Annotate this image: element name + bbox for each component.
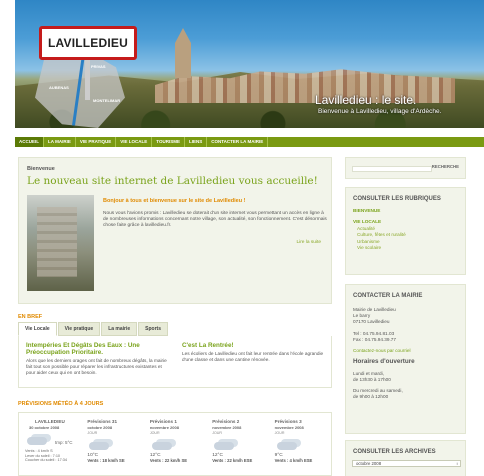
news-item: Intempéries Et Dégâts Des Eaux : Une Pré… bbox=[26, 342, 169, 375]
nav-la-mairie[interactable]: LA MAIRIE bbox=[44, 137, 76, 147]
rubrique-bienvenue[interactable]: BIENVENUE bbox=[353, 208, 458, 213]
tab-la-mairie[interactable]: La mairie bbox=[101, 322, 138, 336]
sunset-value: Coucher du soleil : 17:34 bbox=[25, 458, 68, 463]
tab-sports[interactable]: Sports bbox=[138, 322, 168, 336]
hours-line: de 13h30 à 17h00 bbox=[353, 377, 391, 383]
news-title[interactable]: C'est La Rentrée! bbox=[182, 342, 327, 349]
address: Mairie de Lavilledieu Le barry 07170 Lav… bbox=[353, 307, 458, 325]
forecast-period: JOUR bbox=[274, 431, 285, 435]
search-input[interactable] bbox=[352, 166, 432, 172]
news-tabs: Vie Locale Vie pratique La mairie Sports bbox=[18, 322, 169, 336]
weather-day: Prévisions 31 octobre 2008 JOUR 10°C Ven… bbox=[81, 413, 143, 475]
map-label-privas: PRIVAS bbox=[91, 64, 106, 69]
church-tower bbox=[175, 28, 191, 78]
welcome-label: Bienvenue bbox=[27, 166, 55, 172]
rubriques-box: CONSULTER LES RUBRIQUES BIENVENUE VIE LO… bbox=[345, 187, 466, 275]
forecast-date: novembre 2008 bbox=[212, 425, 242, 430]
village-sign-logo[interactable]: LAVILLEDIEU bbox=[39, 26, 137, 60]
weather-forecast: LAVILLEDIEU 30 octobre 2008 tmp: 5°C Ven… bbox=[18, 412, 332, 476]
forecast-period: JOUR bbox=[87, 431, 98, 435]
site-subtitle: Bienvenue à Lavilledieu, village d'Ardèc… bbox=[318, 108, 442, 115]
forecast-wind: Vents : 18 km/h SE bbox=[87, 458, 125, 463]
forecast-period: JOUR bbox=[212, 431, 223, 435]
weather-details: Vents : 4 km/h S Lever du soleil : 7:10 … bbox=[25, 449, 81, 463]
forecast-wind: Vents : 22 km/h ESE bbox=[212, 458, 253, 463]
forecast-name: Prévisions 31 bbox=[87, 419, 118, 424]
meteo-title: PRÉVISIONS MÉTÉO À 4 JOURS bbox=[18, 401, 104, 407]
hours-title: Horaires d'ouverture bbox=[353, 358, 415, 366]
nav-tourisme[interactable]: TOURISME bbox=[152, 137, 185, 147]
rubrique-vie-locale[interactable]: VIE LOCALE bbox=[353, 219, 458, 224]
archives-title: CONSULTER LES ARCHIVES bbox=[353, 449, 436, 455]
forecast-date: octobre 2008 bbox=[87, 425, 113, 430]
hours-line: de 9h00 à 12h00 bbox=[353, 394, 389, 399]
contact-email-link[interactable]: Contactez-nous par courriel bbox=[353, 348, 458, 353]
rubrique-urbanisme[interactable]: Urbanisme bbox=[357, 239, 458, 244]
address-line: 07170 Lavilledieu bbox=[353, 318, 390, 324]
news-text: Les écoliers de Lavilledieu ont fait leu… bbox=[182, 351, 324, 362]
chevron-down-icon: ↕ bbox=[456, 461, 458, 466]
en-bref-title: EN BREF bbox=[18, 314, 43, 320]
tab-vie-pratique[interactable]: Vie pratique bbox=[57, 322, 101, 336]
cloud-icon bbox=[212, 439, 236, 451]
forecast-name: Prévisions 1 bbox=[149, 419, 177, 424]
site-title: Lavilledieu : le site. bbox=[315, 93, 417, 107]
nav-accueil[interactable]: ACCUEIL bbox=[15, 137, 44, 147]
archives-box: CONSULTER LES ARCHIVES octobre 2008 ↕ bbox=[345, 440, 466, 476]
weather-location: LAVILLEDIEU bbox=[35, 419, 65, 424]
nav-vie-pratique[interactable]: VIE PRATIQUE bbox=[76, 137, 117, 147]
news-panel: Intempéries Et Dégâts Des Eaux : Une Pré… bbox=[18, 336, 332, 388]
forecast-wind: Vents : 4 km/h ESE bbox=[274, 458, 313, 463]
main-content: Bienvenue Le nouveau site internet de La… bbox=[18, 157, 332, 304]
weather-date: 30 octobre 2008 bbox=[29, 425, 60, 430]
main-navigation: ACCUEIL LA MAIRIE VIE PRATIQUE VIE LOCAL… bbox=[15, 137, 484, 147]
page-headline: Le nouveau site internet de Lavilledieu … bbox=[27, 175, 318, 187]
cloud-icon bbox=[25, 434, 49, 446]
news-text: Alors que les derniers orages ont fait d… bbox=[26, 358, 167, 375]
tab-vie-locale[interactable]: Vie Locale bbox=[18, 322, 57, 336]
map-label-montelimar: MONTELIMAR bbox=[93, 98, 121, 103]
current-temperature: tmp: 5°C bbox=[55, 440, 73, 445]
fax: Fax : 04.75.94.39.77 bbox=[353, 336, 397, 342]
contact-box: CONTACTER LA MAIRIE Mairie de Lavilledie… bbox=[345, 284, 466, 434]
hours: Lundi et mardi, de 13h30 à 17h00 Du merc… bbox=[353, 371, 458, 400]
nav-contacter-la-mairie[interactable]: CONTACTER LA MAIRIE bbox=[207, 137, 269, 147]
contact-title: CONTACTER LA MAIRIE bbox=[353, 293, 423, 299]
intro-title: Bonjour à tous et bienvenue sur le site … bbox=[103, 198, 246, 204]
river-line bbox=[71, 52, 86, 128]
phone-numbers: Tel : 04.75.94.81.03 Fax : 04.75.94.39.7… bbox=[353, 331, 458, 343]
forecast-name: Prévisions 3 bbox=[274, 419, 302, 424]
weather-day: Prévisions 3 novembre 2008 JOUR 9°C Vent… bbox=[269, 413, 331, 475]
forecast-date: novembre 2008 bbox=[149, 425, 179, 430]
forecast-name: Prévisions 2 bbox=[212, 419, 240, 424]
read-more-link[interactable]: Lire la suite bbox=[296, 240, 321, 245]
nav-vie-locale[interactable]: VIE LOCALE bbox=[116, 137, 153, 147]
weather-day: Prévisions 1 novembre 2008 JOUR 12°C Ven… bbox=[144, 413, 206, 475]
forecast-wind: Vents : 22 km/h SE bbox=[149, 458, 188, 463]
rubrique-culture[interactable]: Culture, fêtes et ruralité bbox=[357, 232, 458, 237]
map-label-aubenas: AUBENAS bbox=[49, 85, 69, 90]
rubrique-actualite[interactable]: Actualité bbox=[357, 226, 458, 231]
cloud-icon bbox=[275, 439, 299, 451]
welcome-panel: Bienvenue Le nouveau site internet de La… bbox=[18, 157, 332, 304]
cloud-icon bbox=[87, 439, 111, 451]
header-banner: PRIVAS AUBENAS MONTELIMAR LAVILLEDIEU La… bbox=[15, 0, 484, 128]
weather-day: Prévisions 2 novembre 2008 JOUR 12°C Ven… bbox=[206, 413, 268, 475]
sign-post bbox=[85, 60, 90, 100]
nav-liens[interactable]: LIENS bbox=[185, 137, 208, 147]
rubrique-vie-scolaire[interactable]: Vie scolaire bbox=[357, 245, 458, 250]
archives-select[interactable]: octobre 2008 ↕ bbox=[352, 460, 461, 467]
news-item: C'est La Rentrée! Les écoliers de Lavill… bbox=[182, 342, 327, 363]
rubriques-title: CONSULTER LES RUBRIQUES bbox=[353, 196, 441, 202]
archives-selected-value: octobre 2008 bbox=[356, 461, 382, 466]
search-button[interactable]: RECHERCHE bbox=[432, 164, 459, 169]
cloud-icon bbox=[150, 439, 174, 451]
news-title[interactable]: Intempéries Et Dégâts Des Eaux : Une Pré… bbox=[26, 342, 169, 356]
search-box: RECHERCHE bbox=[345, 157, 466, 179]
intro-text: Nous vous l'avions promis : Lavilledieu … bbox=[103, 211, 327, 228]
village-photo bbox=[27, 195, 94, 291]
forecast-date: novembre 2008 bbox=[274, 425, 304, 430]
weather-today: LAVILLEDIEU 30 octobre 2008 tmp: 5°C Ven… bbox=[19, 413, 81, 475]
forecast-period: JOUR bbox=[149, 431, 160, 435]
